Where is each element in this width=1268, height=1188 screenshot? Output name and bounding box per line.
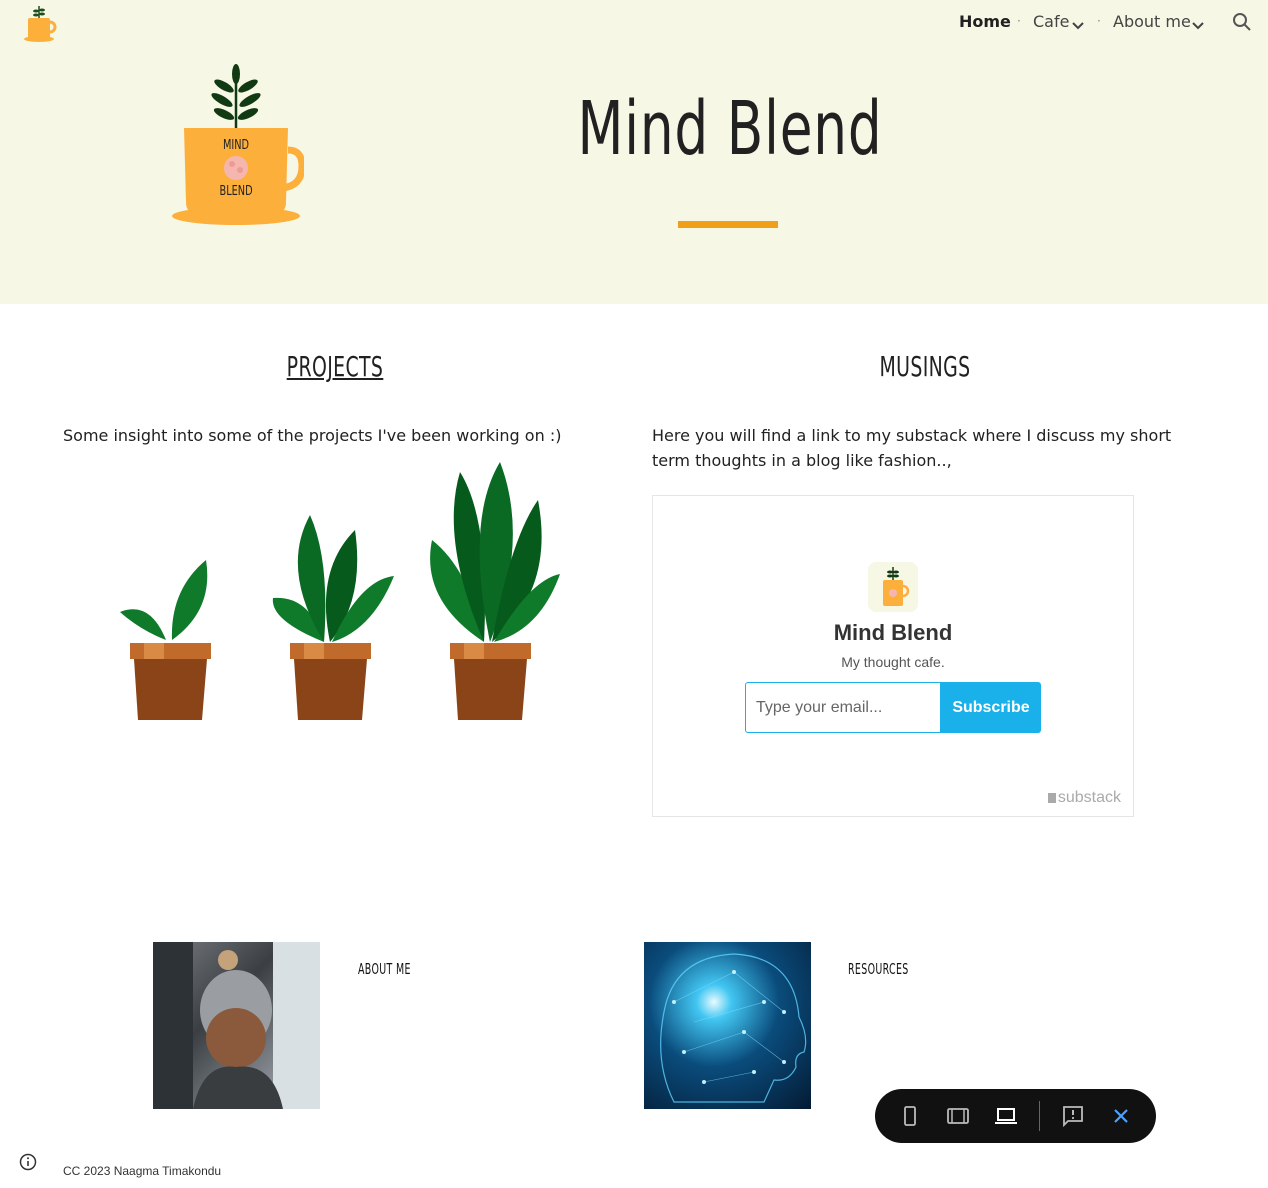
toolbar-divider — [1039, 1101, 1040, 1131]
nav-separator: · — [1097, 14, 1101, 28]
chevron-down-icon[interactable] — [1071, 16, 1085, 35]
nav-about-me[interactable]: About me — [1113, 12, 1191, 31]
site-logo-small[interactable] — [22, 2, 58, 44]
chevron-down-icon[interactable] — [1191, 16, 1205, 35]
subscribe-button[interactable]: Subscribe — [941, 682, 1041, 733]
nav-separator: · — [1017, 14, 1021, 28]
about-me-link[interactable]: About me — [358, 960, 411, 978]
close-icon[interactable] — [1109, 1104, 1133, 1128]
substack-logo — [868, 562, 918, 612]
tablet-preview-icon[interactable] — [946, 1104, 970, 1128]
preview-toolbar — [875, 1089, 1156, 1143]
logo-text-bottom: BLEND — [219, 184, 253, 199]
substack-name: Mind Blend — [833, 620, 953, 645]
info-icon[interactable] — [19, 1153, 37, 1175]
title-underline — [678, 221, 778, 228]
bookmark-icon — [1047, 793, 1056, 803]
musings-heading: Musings — [879, 350, 971, 383]
musings-description: Here you will find a link to my substack… — [652, 426, 1172, 470]
substack-embed: Mind Blend My thought cafe. Subscribe su… — [652, 495, 1134, 817]
plants-illustration — [110, 460, 570, 722]
substack-brand-label: substack — [1057, 789, 1121, 806]
logo-text-top: MIND — [222, 138, 250, 153]
nav-cafe[interactable]: Cafe — [1033, 12, 1069, 31]
substack-brand[interactable]: substack — [1047, 789, 1121, 807]
projects-description: Some insight into some of the projects I… — [63, 426, 562, 445]
report-feedback-icon[interactable] — [1061, 1104, 1085, 1128]
projects-heading[interactable]: Projects — [275, 350, 395, 383]
email-input[interactable] — [745, 682, 941, 733]
resources-image[interactable] — [644, 942, 811, 1109]
substack-tagline: My thought cafe. — [841, 654, 945, 670]
resources-link[interactable]: Resources — [848, 960, 909, 978]
about-me-photo[interactable] — [153, 942, 320, 1109]
site-logo-large: MIND BLEND — [168, 62, 306, 230]
search-icon[interactable] — [1232, 12, 1252, 36]
site-title: Mind Blend — [577, 86, 883, 172]
phone-preview-icon[interactable] — [898, 1104, 922, 1128]
laptop-preview-icon[interactable] — [994, 1104, 1018, 1128]
footer-copyright: CC 2023 Naagma Timakondu — [63, 1164, 222, 1178]
nav-home[interactable]: Home — [959, 12, 1011, 31]
